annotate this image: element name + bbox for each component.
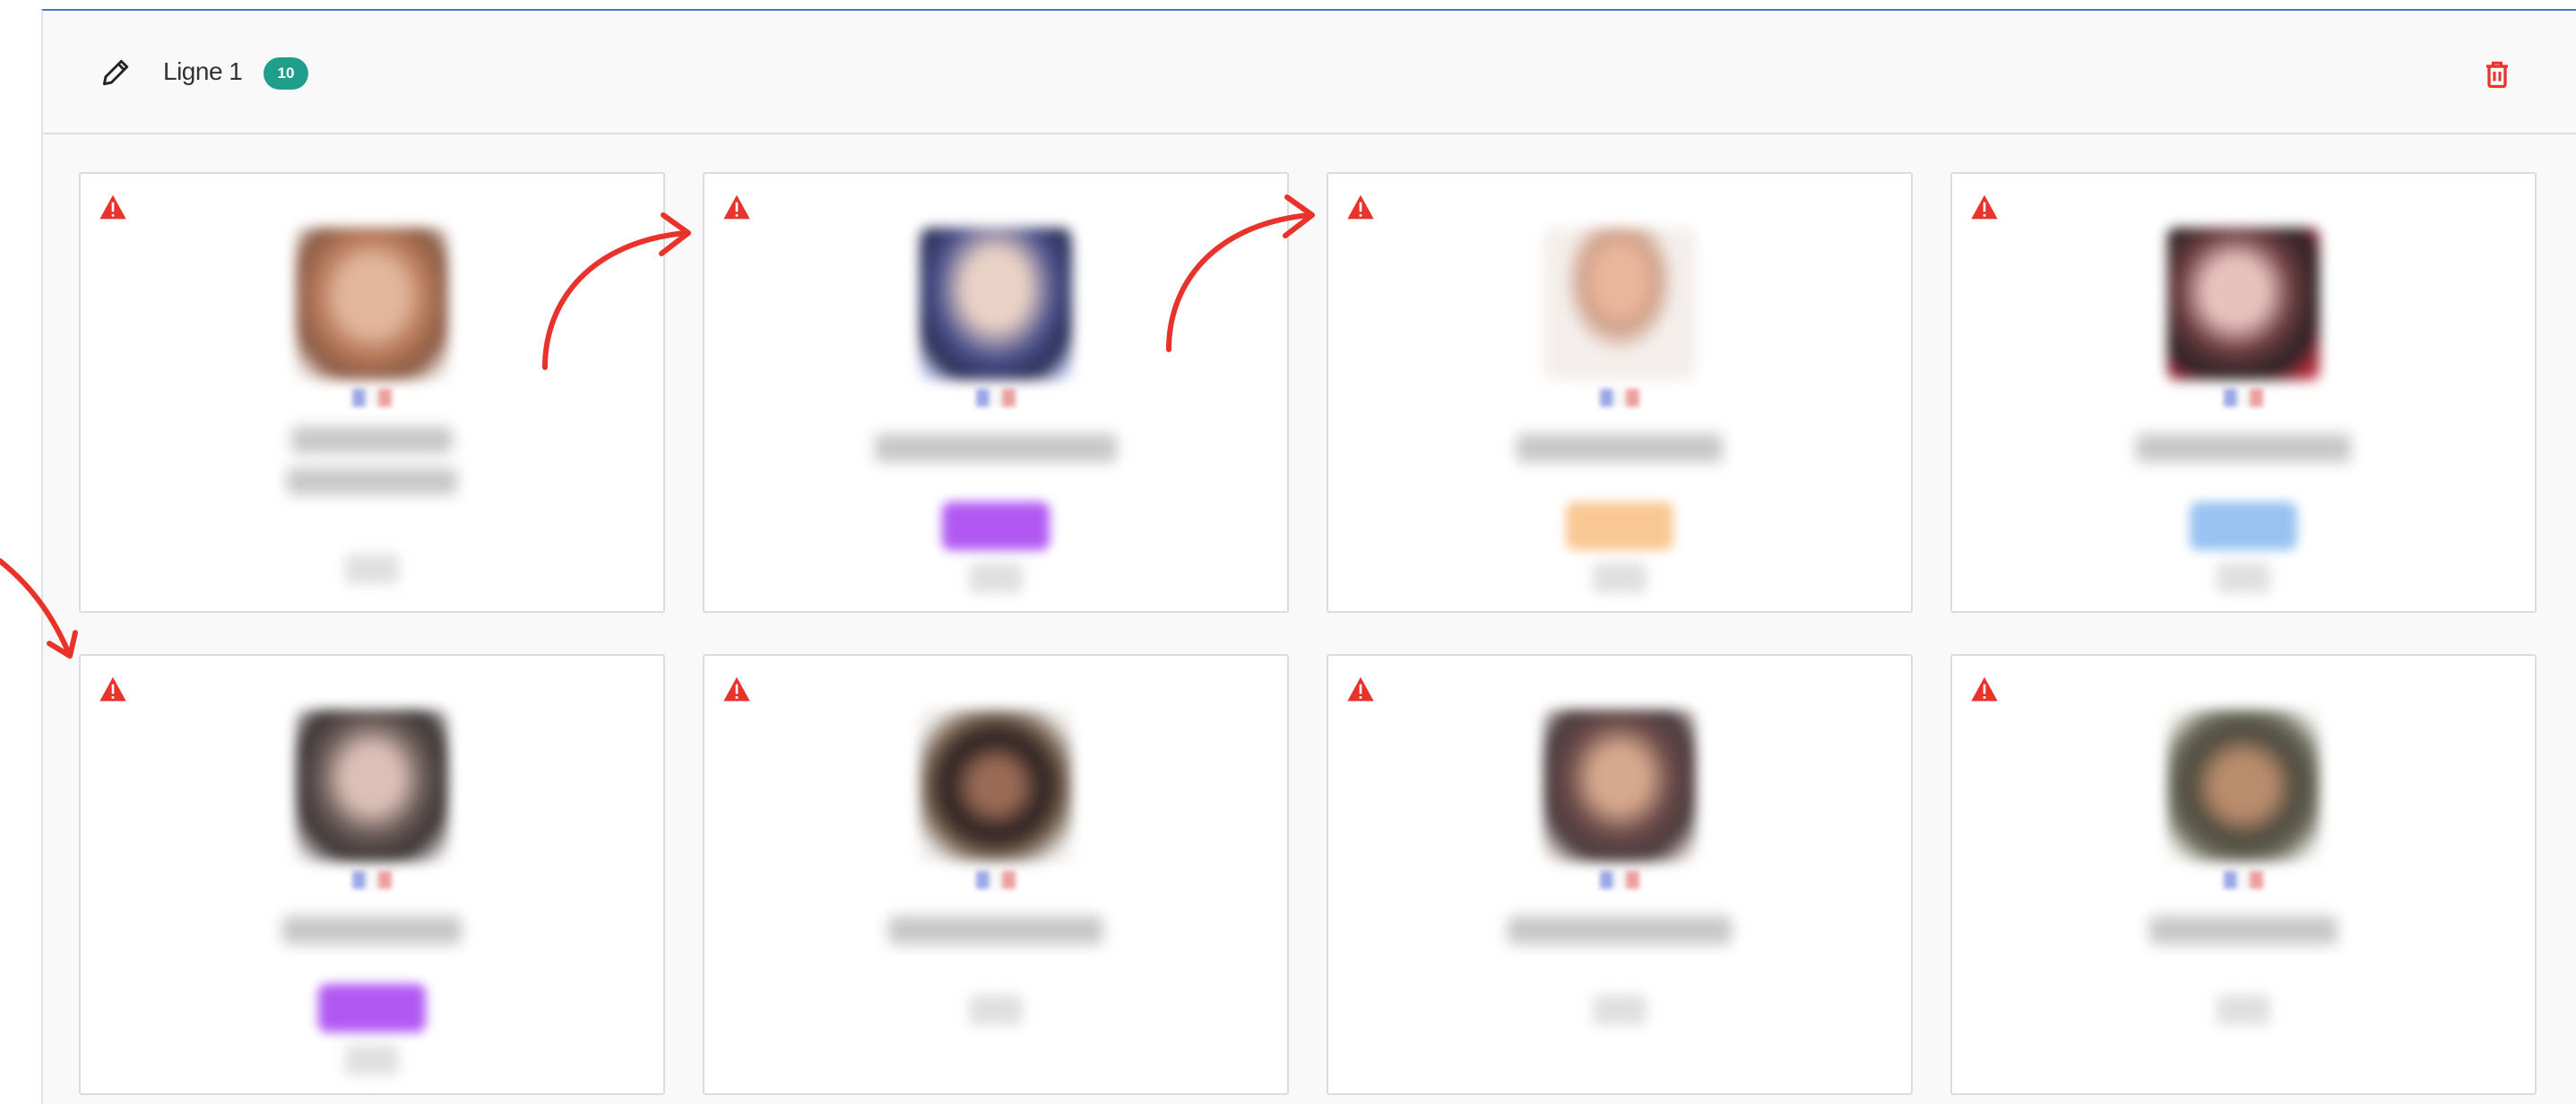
candidate-card[interactable] xyxy=(1327,172,1913,613)
pencil-icon[interactable] xyxy=(99,56,133,90)
candidate-meta xyxy=(969,995,1023,1025)
candidate-meta xyxy=(2217,995,2270,1025)
candidate-name xyxy=(291,427,453,453)
candidate-photo xyxy=(2167,228,2320,380)
candidate-photo xyxy=(920,710,1072,862)
flag-icon xyxy=(352,389,392,407)
candidate-photo xyxy=(1543,710,1696,862)
candidate-meta xyxy=(1593,995,1647,1025)
candidate-name xyxy=(1517,434,1723,462)
row-panel: Ligne 1 10 xyxy=(41,9,2576,1104)
candidate-name xyxy=(2149,916,2338,944)
flag-icon xyxy=(976,871,1016,889)
candidate-name xyxy=(2136,434,2351,462)
warning-icon xyxy=(99,194,126,220)
annotation-arrow xyxy=(542,212,691,370)
party-tag xyxy=(318,984,426,1032)
annotation-arrow xyxy=(0,558,78,659)
warning-icon xyxy=(1347,194,1374,220)
candidate-meta xyxy=(345,1045,399,1075)
candidate-card[interactable] xyxy=(703,654,1289,1095)
annotation-arrow xyxy=(1166,194,1315,352)
candidate-name xyxy=(282,916,462,944)
flag-icon xyxy=(976,389,1016,407)
count-badge: 10 xyxy=(264,57,308,90)
candidate-card[interactable] xyxy=(1950,654,2537,1095)
candidate-name-line2 xyxy=(287,468,457,495)
candidate-photo xyxy=(920,228,1072,380)
row-header: Ligne 1 10 xyxy=(43,11,2576,134)
flag-icon xyxy=(2224,871,2263,889)
flag-icon xyxy=(2224,389,2263,407)
candidate-meta xyxy=(2217,563,2270,593)
party-tag xyxy=(942,502,1050,550)
candidate-card[interactable] xyxy=(1950,172,2537,613)
candidate-name xyxy=(875,434,1117,462)
candidate-meta xyxy=(1593,563,1647,593)
party-tag xyxy=(2190,502,2297,550)
candidate-photo xyxy=(2167,710,2320,862)
candidate-name xyxy=(1508,916,1732,944)
party-tag xyxy=(1566,502,1673,550)
warning-icon xyxy=(99,677,126,702)
flag-icon xyxy=(1600,871,1639,889)
candidate-card[interactable] xyxy=(1327,654,1913,1095)
candidate-meta xyxy=(969,563,1023,593)
warning-icon xyxy=(723,677,750,702)
candidate-meta xyxy=(345,554,399,584)
warning-icon xyxy=(1971,194,1998,220)
flag-icon xyxy=(352,871,392,889)
warning-icon xyxy=(723,194,750,220)
trash-icon[interactable] xyxy=(2481,57,2513,91)
candidate-card[interactable] xyxy=(79,654,665,1095)
flag-icon xyxy=(1600,389,1639,407)
warning-icon xyxy=(1347,677,1374,702)
candidate-name xyxy=(888,916,1103,944)
warning-icon xyxy=(1971,677,1998,702)
candidate-photo xyxy=(296,710,448,862)
row-title: Ligne 1 xyxy=(163,57,243,85)
candidate-photo xyxy=(1543,228,1696,380)
candidate-photo xyxy=(296,228,448,380)
